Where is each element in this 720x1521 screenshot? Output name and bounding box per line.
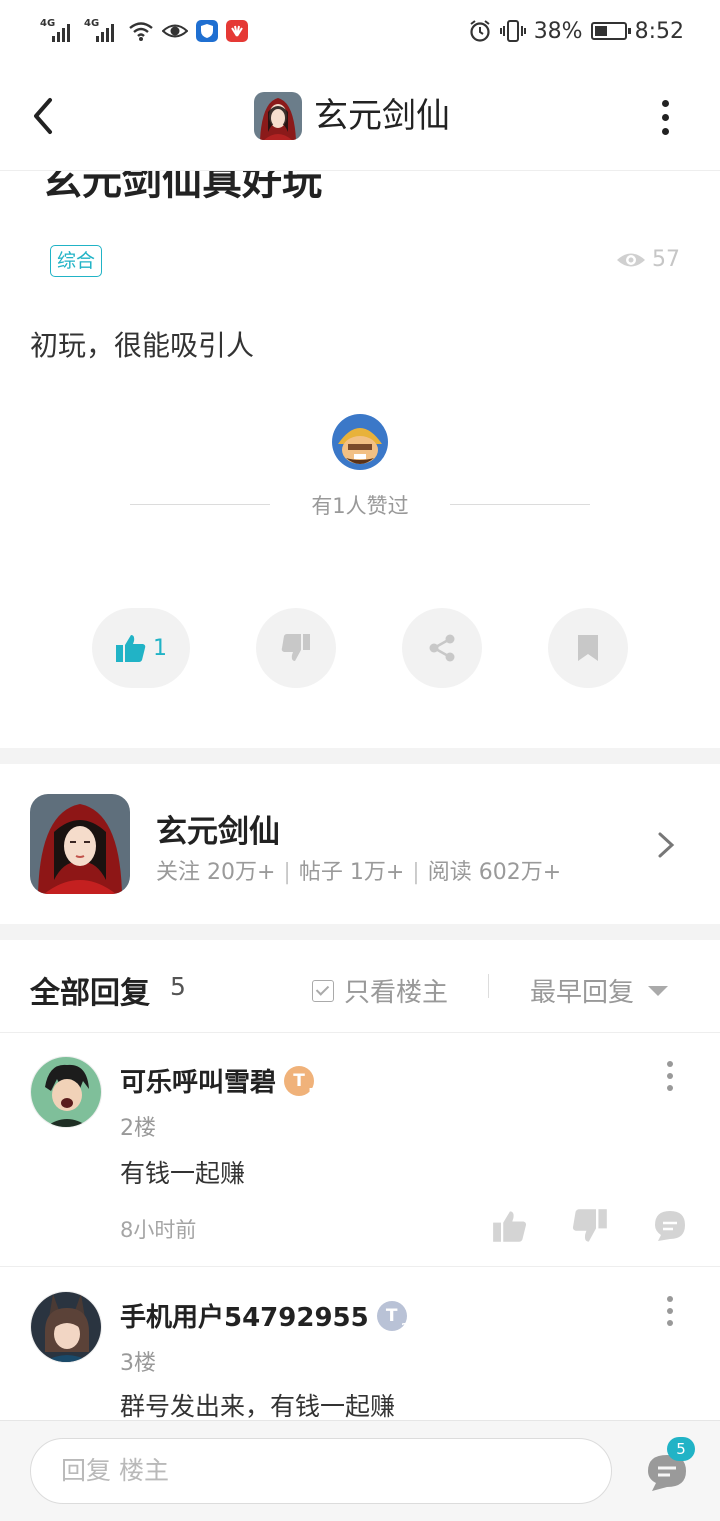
only-owner-toggle[interactable]: 只看楼主 — [312, 972, 448, 1009]
floor-number: 2楼 — [120, 1116, 156, 1141]
avatar[interactable] — [30, 1291, 102, 1363]
dislike-button[interactable] — [256, 608, 336, 688]
status-right: 38% 8:52 — [468, 14, 684, 48]
alarm-icon — [470, 20, 490, 42]
status-bar: 4G 4G 38% 8:52 — [0, 0, 720, 62]
game-card[interactable]: 玄元剑仙 关注 20万+ | 帖子 1万+ | 阅读 602万+ — [0, 764, 720, 924]
game-avatar[interactable] — [254, 92, 302, 140]
battery-icon — [590, 22, 631, 40]
follow-count: 关注 20万+ — [156, 860, 276, 885]
status-left: 4G 4G — [40, 16, 248, 46]
username-text: 手机用户54792955 — [120, 1303, 369, 1333]
level-badge: T5 — [284, 1065, 317, 1099]
username-text: 可乐呼叫雪碧 — [120, 1068, 277, 1098]
only-owner-label: 只看楼主 — [344, 978, 449, 1008]
clock: 8:52 — [634, 18, 684, 44]
level-badge: T2 — [376, 1300, 409, 1334]
wifi-icon — [129, 22, 153, 41]
post-count: 帖子 1万+ — [298, 860, 405, 885]
shield-app-icon — [196, 20, 218, 42]
floor-number: 3楼 — [120, 1351, 156, 1376]
eye-icon — [617, 253, 645, 266]
bookmark-icon — [578, 635, 598, 661]
comment-time: 8小时前 — [120, 1218, 197, 1242]
thumbs-down-icon — [281, 634, 310, 661]
level-letter: T — [385, 1305, 398, 1326]
section-divider — [0, 748, 720, 764]
thumbs-up-icon[interactable] — [492, 1208, 528, 1244]
post-body: 初玩，很能吸引人 — [30, 329, 255, 362]
page-title: 玄元剑仙 — [314, 96, 450, 136]
share-button[interactable] — [402, 608, 482, 688]
share-icon — [429, 634, 455, 662]
comment-username[interactable]: 手机用户54792955 T2 — [120, 1297, 409, 1334]
caret-down-icon — [648, 985, 669, 996]
replies-title: 全部回复 — [30, 976, 150, 1011]
liker-avatar[interactable] — [332, 414, 388, 470]
avatar[interactable] — [30, 1056, 102, 1128]
stats-separator: | — [412, 860, 420, 885]
comment-username[interactable]: 可乐呼叫雪碧 T5 — [120, 1062, 317, 1099]
comment-more-icon[interactable] — [662, 1056, 678, 1096]
huawei-app-icon — [226, 20, 248, 42]
signal-icon: 4G — [84, 18, 120, 44]
replies-count: 5 — [170, 972, 186, 1001]
game-stats: 关注 20万+ | 帖子 1万+ | 阅读 602万+ — [156, 854, 561, 886]
sort-label: 最早回复 — [530, 978, 635, 1008]
battery-percent: 38% — [533, 18, 583, 44]
header-separator — [488, 974, 489, 998]
like-button[interactable]: 1 — [92, 608, 190, 688]
comment-reply-icon[interactable] — [652, 1208, 688, 1244]
bookmark-button[interactable] — [548, 608, 628, 688]
stats-separator: | — [283, 860, 291, 885]
level-number: 5 — [308, 1085, 317, 1099]
post-title: 玄元剑仙真好玩 — [42, 171, 322, 204]
sort-dropdown[interactable]: 最早回复 — [530, 972, 669, 1009]
post-title-wrapper: 玄元剑仙真好玩 — [0, 171, 720, 219]
view-count-value: 57 — [652, 247, 680, 272]
vibrate-icon — [499, 20, 526, 42]
chevron-right-icon — [658, 832, 675, 858]
read-count: 阅读 602万+ — [427, 860, 562, 885]
level-number: 2 — [401, 1320, 409, 1334]
like-count: 1 — [153, 635, 167, 661]
section-divider — [0, 924, 720, 940]
reply-input[interactable]: 回复 楼主 — [30, 1438, 612, 1504]
comment-item: 手机用户54792955 T2 3楼 群号发出来，有钱一起赚 — [0, 1267, 720, 1420]
game-icon — [30, 794, 130, 894]
comment-text: 群号发出来，有钱一起赚 — [120, 1392, 396, 1420]
level-letter: T — [293, 1070, 305, 1091]
comment-text: 有钱一起赚 — [120, 1159, 246, 1188]
liked-by-text[interactable]: 有1人赞过 — [0, 490, 720, 520]
replies-header: 全部回复 5 只看楼主 最早回复 — [0, 940, 720, 1033]
more-vertical-icon[interactable] — [648, 92, 682, 142]
bottom-reply-bar: 回复 楼主 — [0, 1420, 720, 1521]
back-arrow-icon[interactable] — [22, 88, 66, 144]
comment-item: 可乐呼叫雪碧 T5 2楼 有钱一起赚 8小时前 — [0, 1032, 720, 1266]
top-nav-bar: 玄元剑仙 — [0, 62, 720, 171]
comment-more-icon[interactable] — [662, 1291, 678, 1331]
post-category-tag[interactable]: 综合 — [50, 245, 103, 277]
message-count-badge: 5 — [667, 1437, 695, 1461]
game-name: 玄元剑仙 — [156, 814, 280, 850]
thumbs-up-icon — [116, 635, 146, 662]
view-count: 57 — [616, 247, 680, 272]
signal-icon: 4G — [40, 18, 76, 44]
thumbs-down-icon[interactable] — [572, 1208, 608, 1244]
checkbox-icon — [312, 979, 334, 1002]
eye-icon — [162, 24, 188, 38]
